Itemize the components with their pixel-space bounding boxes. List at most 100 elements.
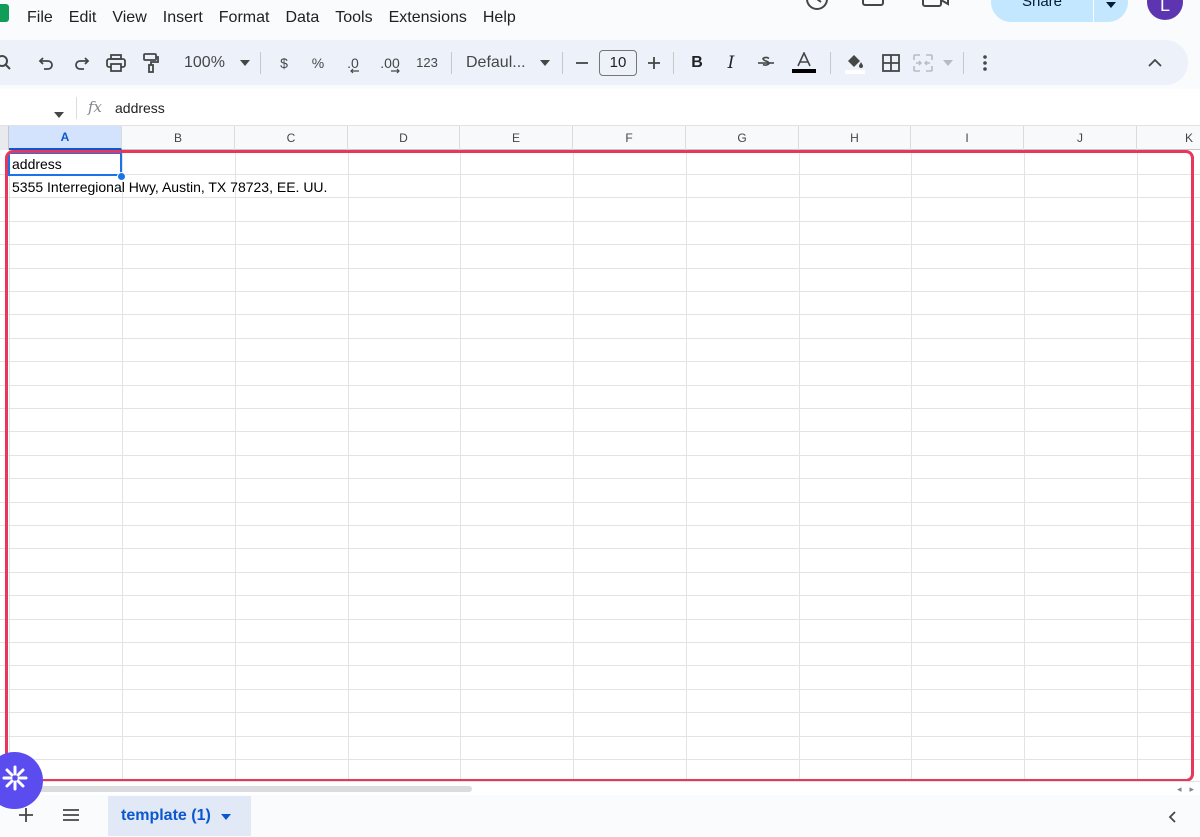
decrease-decimal-button[interactable]: .0 [335,48,371,78]
menu-bar: File Edit View Insert Format Data Tools … [0,0,1200,38]
column-header-e[interactable]: E [460,126,573,150]
grid-line [0,291,1200,292]
format-percent-button[interactable]: % [301,48,335,78]
bold-button[interactable]: B [680,48,714,78]
share-main[interactable]: Share [991,0,1093,22]
grid-line [0,572,1200,573]
format-currency-button[interactable]: $ [267,48,301,78]
toolbar-separator [673,51,674,74]
fill-color-icon [844,52,866,74]
menu-data[interactable]: Data [285,9,327,27]
cell-a1[interactable]: address [12,156,62,172]
font-select[interactable]: Defaul... [458,48,556,78]
column-header-j[interactable]: J [1024,126,1137,150]
share-label: Share [1021,0,1063,10]
scrollbar-thumb[interactable] [10,786,472,792]
search-icon [0,54,15,72]
scroll-right-icon[interactable]: ▸ [1189,784,1194,795]
italic-button[interactable]: I [714,48,748,78]
video-call-icon[interactable] [920,0,949,12]
column-header-k[interactable]: K [1137,126,1200,150]
avatar[interactable]: L [1147,0,1183,20]
borders-button[interactable] [873,48,909,78]
menu-edit[interactable]: Edit [69,9,105,27]
share-button[interactable]: Share [991,0,1128,22]
grid-line [0,712,1200,713]
share-caret-icon[interactable] [1094,0,1128,22]
column-header-i[interactable]: I [911,126,1024,150]
scroll-left-icon[interactable]: ◂ [1177,784,1182,795]
arrow-left-icon [349,68,359,74]
redo-button[interactable] [64,48,98,78]
print-icon [106,53,126,72]
zoom-select[interactable]: 100% [176,48,254,78]
menu-help[interactable]: Help [483,9,524,27]
fx-icon: fx [88,98,103,116]
sheet-list-icon[interactable] [62,808,80,827]
sheet-tab-active[interactable]: template (1) [108,796,251,836]
avatar-initial: L [1159,0,1170,15]
chevron-down-icon[interactable] [220,807,231,825]
column-header-h[interactable]: H [799,126,911,150]
menu-format[interactable]: Format [219,9,278,27]
column-header-f[interactable]: F [573,126,686,150]
grid-line [0,478,1200,479]
sheets-logo-icon[interactable] [0,4,9,22]
sparkle-icon [1,764,29,797]
collapse-toolbar-button[interactable] [1140,48,1170,78]
collapse-icon [1148,58,1162,67]
paint-format-button[interactable] [134,48,168,78]
chevron-left-icon[interactable] [1168,810,1176,828]
column-header-a[interactable]: A [9,126,122,150]
bold-label: B [691,53,703,71]
horizontal-scrollbar[interactable]: ◂ ▸ [0,781,1200,795]
percent-label: % [311,54,325,71]
menu-tools[interactable]: Tools [335,9,380,27]
minus-icon [575,56,589,70]
menu-insert[interactable]: Insert [163,9,211,27]
comment-icon[interactable] [860,0,886,12]
undo-icon [38,54,56,72]
number-format-button[interactable]: 123 [409,48,445,78]
grid-line [0,665,1200,666]
formula-input[interactable]: address [115,100,165,116]
more-button[interactable] [970,48,1000,78]
add-sheet-button[interactable] [18,806,34,826]
font-size-input[interactable]: 10 [599,49,637,76]
grid-line [0,595,1200,596]
increase-font-size-button[interactable] [641,48,667,78]
cell-a2[interactable]: 5355 Interregional Hwy, Austin, TX 78723… [12,179,327,195]
print-button[interactable] [98,48,134,78]
text-color-icon [791,51,817,74]
menu-view[interactable]: View [112,9,154,27]
merge-cells-button[interactable] [909,48,957,78]
toolbar-separator [451,51,452,74]
name-box-dropdown-icon[interactable] [54,105,64,123]
increase-decimal-button[interactable]: .00 [371,48,409,78]
formula-separator [76,97,77,119]
toolbar-separator [562,51,563,74]
menu-file[interactable]: File [27,9,61,27]
column-header-c[interactable]: C [235,126,348,150]
decrease-font-size-button[interactable] [569,48,595,78]
grid-line [0,642,1200,643]
undo-button[interactable] [30,48,64,78]
search-menus-button[interactable] [0,48,16,78]
strikethrough-button[interactable] [748,48,784,78]
column-header-b[interactable]: B [122,126,235,150]
grid-line [0,619,1200,620]
chevron-down-icon [943,59,953,66]
currency-label: $ [280,54,288,71]
spreadsheet-grid[interactable]: A B C D E F G H I J K address 5355 Inter… [0,126,1200,781]
grid-line [0,268,1200,269]
text-color-button[interactable] [784,48,824,78]
select-all-corner[interactable] [0,126,9,150]
scroll-arrows: ◂ ▸ [1177,784,1194,795]
column-header-g[interactable]: G [686,126,799,150]
menu-items: File Edit View Insert Format Data Tools … [27,9,532,27]
fill-color-button[interactable] [837,48,873,78]
column-header-d[interactable]: D [348,126,460,150]
history-icon[interactable] [804,0,830,12]
grid-line [0,736,1200,737]
menu-extensions[interactable]: Extensions [389,9,475,27]
